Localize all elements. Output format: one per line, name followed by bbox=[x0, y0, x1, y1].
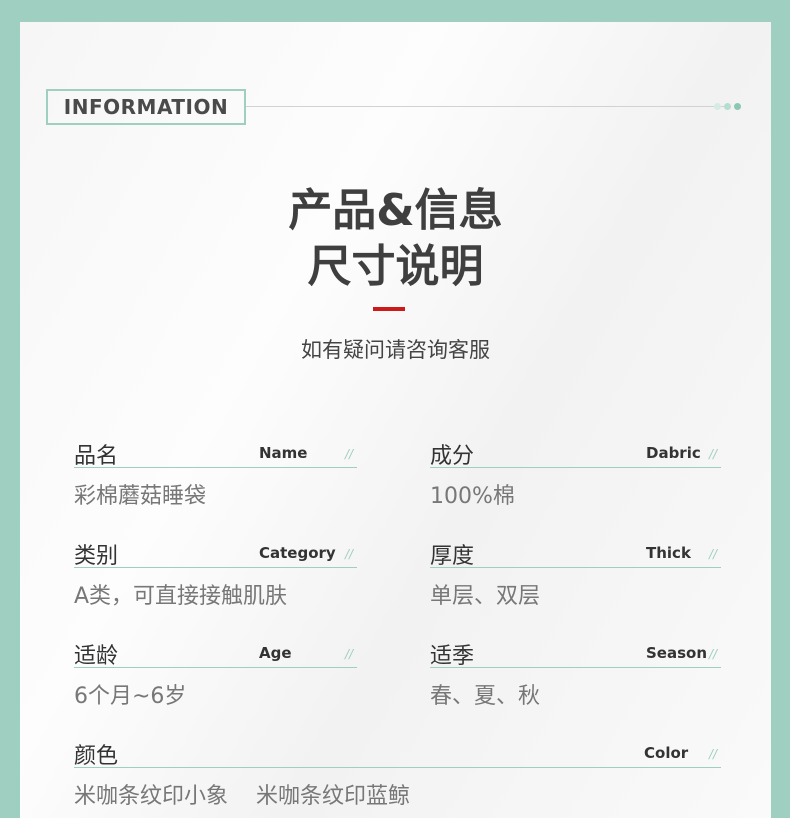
field-name-label: 品名 bbox=[74, 444, 119, 469]
field-name-value: 彩棉蘑菇睡袋 bbox=[74, 484, 207, 509]
field-season-rule bbox=[430, 667, 721, 668]
field-color-rule bbox=[74, 767, 721, 768]
field-age-rule bbox=[74, 667, 357, 668]
field-season-en: Season bbox=[646, 644, 708, 662]
field-color-en: Color bbox=[644, 744, 689, 762]
field-category-label: 类别 bbox=[74, 544, 119, 569]
field-color-value: 米咖条纹印小象 米咖条纹印蓝鲸 bbox=[74, 784, 410, 809]
field-category-rule bbox=[74, 567, 357, 568]
page-title-line1: 产品&信息 bbox=[288, 185, 503, 236]
field-age-slash: // bbox=[345, 647, 354, 661]
field-category-slash: // bbox=[345, 547, 354, 561]
information-label: INFORMATION bbox=[46, 89, 246, 125]
dot-light bbox=[714, 103, 721, 110]
dot-dark bbox=[734, 103, 741, 110]
field-fabric-value: 100%棉 bbox=[430, 484, 515, 509]
field-season: 适季 Season // 春、夏、秋 bbox=[430, 638, 721, 718]
field-fabric-label: 成分 bbox=[430, 444, 475, 469]
field-thick-rule bbox=[430, 567, 721, 568]
field-age-value: 6个月~6岁 bbox=[74, 684, 187, 709]
field-fabric-en: Dabric bbox=[646, 444, 701, 462]
field-age: 适龄 Age // 6个月~6岁 bbox=[74, 638, 357, 718]
field-color-slash: // bbox=[709, 747, 718, 761]
field-season-value: 春、夏、秋 bbox=[430, 684, 541, 709]
header-divider bbox=[246, 106, 730, 107]
field-thick-value: 单层、双层 bbox=[430, 584, 541, 609]
field-fabric-rule bbox=[430, 467, 721, 468]
field-name: 品名 Name // 彩棉蘑菇睡袋 bbox=[74, 438, 357, 518]
field-season-slash: // bbox=[709, 647, 718, 661]
field-name-en: Name bbox=[259, 444, 308, 462]
field-thick: 厚度 Thick // 单层、双层 bbox=[430, 538, 721, 618]
field-color-label: 颜色 bbox=[74, 744, 119, 769]
field-age-label: 适龄 bbox=[74, 644, 119, 669]
title-underline bbox=[373, 307, 405, 311]
page-subtitle: 如有疑问请咨询客服 bbox=[301, 338, 490, 362]
dot-mid bbox=[724, 103, 731, 110]
field-fabric-slash: // bbox=[709, 447, 718, 461]
field-thick-label: 厚度 bbox=[430, 544, 475, 569]
field-category: 类别 Category // A类，可直接接触肌肤 bbox=[74, 538, 357, 618]
field-age-en: Age bbox=[259, 644, 292, 662]
field-name-rule bbox=[74, 467, 357, 468]
field-category-value: A类，可直接接触肌肤 bbox=[74, 584, 288, 609]
field-thick-slash: // bbox=[709, 547, 718, 561]
field-name-slash: // bbox=[345, 447, 354, 461]
info-card: INFORMATION 产品&信息 尺寸说明 如有疑问请咨询客服 品名 Name… bbox=[20, 22, 771, 818]
field-season-label: 适季 bbox=[430, 644, 475, 669]
field-fabric: 成分 Dabric // 100%棉 bbox=[430, 438, 721, 518]
field-color: 颜色 Color // 米咖条纹印小象 米咖条纹印蓝鲸 bbox=[74, 738, 721, 818]
field-thick-en: Thick bbox=[646, 544, 691, 562]
decorative-dots bbox=[714, 103, 741, 110]
field-category-en: Category bbox=[259, 544, 336, 562]
page-title-line2: 尺寸说明 bbox=[307, 241, 484, 292]
